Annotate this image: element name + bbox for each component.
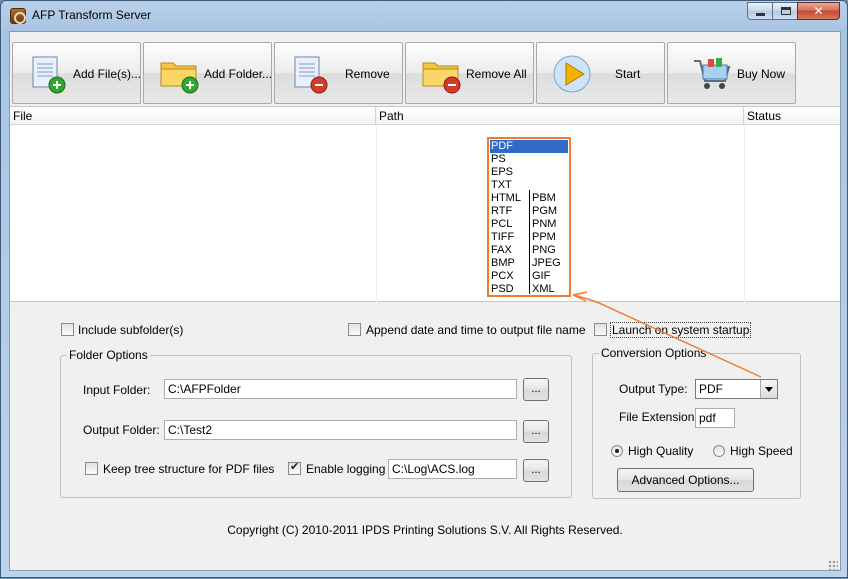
high-speed-radio[interactable] <box>713 445 725 457</box>
dropdown-option[interactable]: TIFF <box>490 231 514 244</box>
dropdown-option[interactable]: EPS <box>490 166 513 179</box>
dropdown-option[interactable]: RTF <box>490 205 512 218</box>
resize-grip[interactable] <box>828 560 838 570</box>
append-datetime-label: Append date and time to output file name <box>366 323 586 337</box>
remove-label: Remove <box>345 67 390 81</box>
buy-now-button[interactable]: Buy Now <box>667 42 796 104</box>
remove-file-icon <box>294 56 328 94</box>
remove-folder-icon <box>422 62 461 94</box>
minimize-icon <box>756 13 765 16</box>
add-files-button[interactable]: Add File(s)... <box>12 42 141 104</box>
enable-logging-label: Enable logging <box>306 462 386 476</box>
output-type-value: PDF <box>699 382 723 396</box>
output-folder-browse-button[interactable]: ... <box>523 420 549 443</box>
folder-options-group: Folder Options Input Folder: C:\AFPFolde… <box>60 348 572 498</box>
dropdown-option[interactable]: XML <box>531 283 555 296</box>
include-subfolders-checkbox[interactable] <box>61 323 74 336</box>
client-area: Add File(s)... Add Folder... Remove Remo… <box>9 31 841 571</box>
high-speed-label: High Speed <box>730 444 793 458</box>
folder-options-title: Folder Options <box>67 348 150 362</box>
high-quality-label: High Quality <box>628 444 694 458</box>
launch-startup-checkbox[interactable] <box>594 323 607 336</box>
log-file-field[interactable]: C:\Log\ACS.log <box>388 459 517 479</box>
output-type-label: Output Type: <box>619 382 688 396</box>
app-icon[interactable] <box>10 8 26 24</box>
output-type-select[interactable]: PDF <box>695 379 778 399</box>
advanced-options-button[interactable]: Advanced Options... <box>617 468 754 492</box>
file-extension-label: File Extension: <box>619 410 698 424</box>
dropdown-option[interactable]: BMP <box>490 257 515 270</box>
include-subfolders-label: Include subfolder(s) <box>78 323 184 337</box>
remove-all-button[interactable]: Remove All <box>405 42 534 104</box>
app-window: AFP Transform Server ✕ Add File(s)... Ad… <box>0 0 848 578</box>
chevron-down-icon[interactable] <box>760 380 777 398</box>
remove-button[interactable]: Remove <box>274 42 403 104</box>
conversion-options-title: Conversion Options <box>599 346 709 360</box>
start-label: Start <box>615 67 641 81</box>
dropdown-option[interactable]: HTML <box>490 192 521 205</box>
log-file-browse-button[interactable]: ... <box>523 459 549 482</box>
dropdown-option[interactable]: GIF <box>531 270 550 283</box>
dropdown-column-divider <box>529 190 530 294</box>
dropdown-option[interactable]: FAX <box>490 244 512 257</box>
remove-all-label: Remove All <box>466 67 527 81</box>
append-datetime-checkbox[interactable] <box>348 323 361 336</box>
keep-tree-checkbox[interactable] <box>85 462 98 475</box>
column-path[interactable]: Path <box>376 107 744 125</box>
enable-logging-checkbox[interactable] <box>288 460 301 475</box>
minimize-button[interactable] <box>747 2 773 20</box>
output-type-dropdown-list[interactable]: PDF PS EPS TXT HTML RTF PCL TIFF FAX BMP… <box>487 137 571 297</box>
file-extension-field[interactable]: pdf <box>695 408 735 428</box>
column-divider <box>744 125 745 303</box>
start-button[interactable]: Start <box>536 42 665 104</box>
caption-buttons: ✕ <box>747 2 840 20</box>
input-folder-field[interactable]: C:\AFPFolder <box>164 379 517 399</box>
add-folder-button[interactable]: Add Folder... <box>143 42 272 104</box>
file-list-header: File Path Status <box>10 107 840 125</box>
input-folder-label: Input Folder: <box>83 383 151 397</box>
window-title: AFP Transform Server <box>32 8 152 22</box>
add-files-label: Add File(s)... <box>73 67 142 81</box>
dropdown-option[interactable]: PPM <box>531 231 556 244</box>
launch-startup-label: Launch on system startup <box>610 322 752 338</box>
dropdown-option[interactable]: PGM <box>531 205 557 218</box>
copyright-text: Copyright (C) 2010-2011 IPDS Printing So… <box>227 523 623 537</box>
dropdown-option[interactable]: PSD <box>490 283 514 296</box>
column-divider <box>376 125 377 303</box>
dropdown-option[interactable]: JPEG <box>531 257 561 270</box>
close-icon: ✕ <box>813 4 824 18</box>
add-file-icon <box>32 56 66 94</box>
dropdown-option[interactable]: PCX <box>490 270 514 283</box>
conversion-options-group: Conversion Options Output Type: PDF File… <box>592 346 801 499</box>
dropdown-option[interactable]: TXT <box>490 179 512 192</box>
input-folder-browse-button[interactable]: ... <box>523 378 549 401</box>
add-folder-label: Add Folder... <box>204 67 273 81</box>
output-folder-label: Output Folder: <box>83 423 160 437</box>
options-panel: Include subfolder(s) Append date and tim… <box>10 303 840 572</box>
close-button[interactable]: ✕ <box>797 2 840 20</box>
dropdown-option[interactable]: PDF <box>490 140 568 153</box>
buy-now-label: Buy Now <box>737 67 786 81</box>
play-icon <box>553 55 591 93</box>
column-file[interactable]: File <box>10 107 376 125</box>
maximize-button[interactable] <box>772 2 798 20</box>
file-list[interactable]: File Path Status PDF PS EPS TXT HTML RTF… <box>10 106 840 303</box>
dropdown-option[interactable]: PCL <box>490 218 512 231</box>
title-bar[interactable]: AFP Transform Server ✕ <box>1 1 847 31</box>
shopping-cart-icon <box>694 58 731 89</box>
toolbar: Add File(s)... Add Folder... Remove Remo… <box>10 32 840 106</box>
high-quality-radio[interactable] <box>611 445 623 457</box>
dropdown-option[interactable]: PBM <box>531 192 556 205</box>
add-folder-icon <box>160 62 199 94</box>
maximize-icon <box>781 7 791 15</box>
output-folder-field[interactable]: C:\Test2 <box>164 420 517 440</box>
dropdown-option[interactable]: PS <box>490 153 506 166</box>
keep-tree-label: Keep tree structure for PDF files <box>103 462 275 476</box>
column-status[interactable]: Status <box>744 107 840 125</box>
dropdown-option[interactable]: PNM <box>531 218 556 231</box>
dropdown-option[interactable]: PNG <box>531 244 556 257</box>
